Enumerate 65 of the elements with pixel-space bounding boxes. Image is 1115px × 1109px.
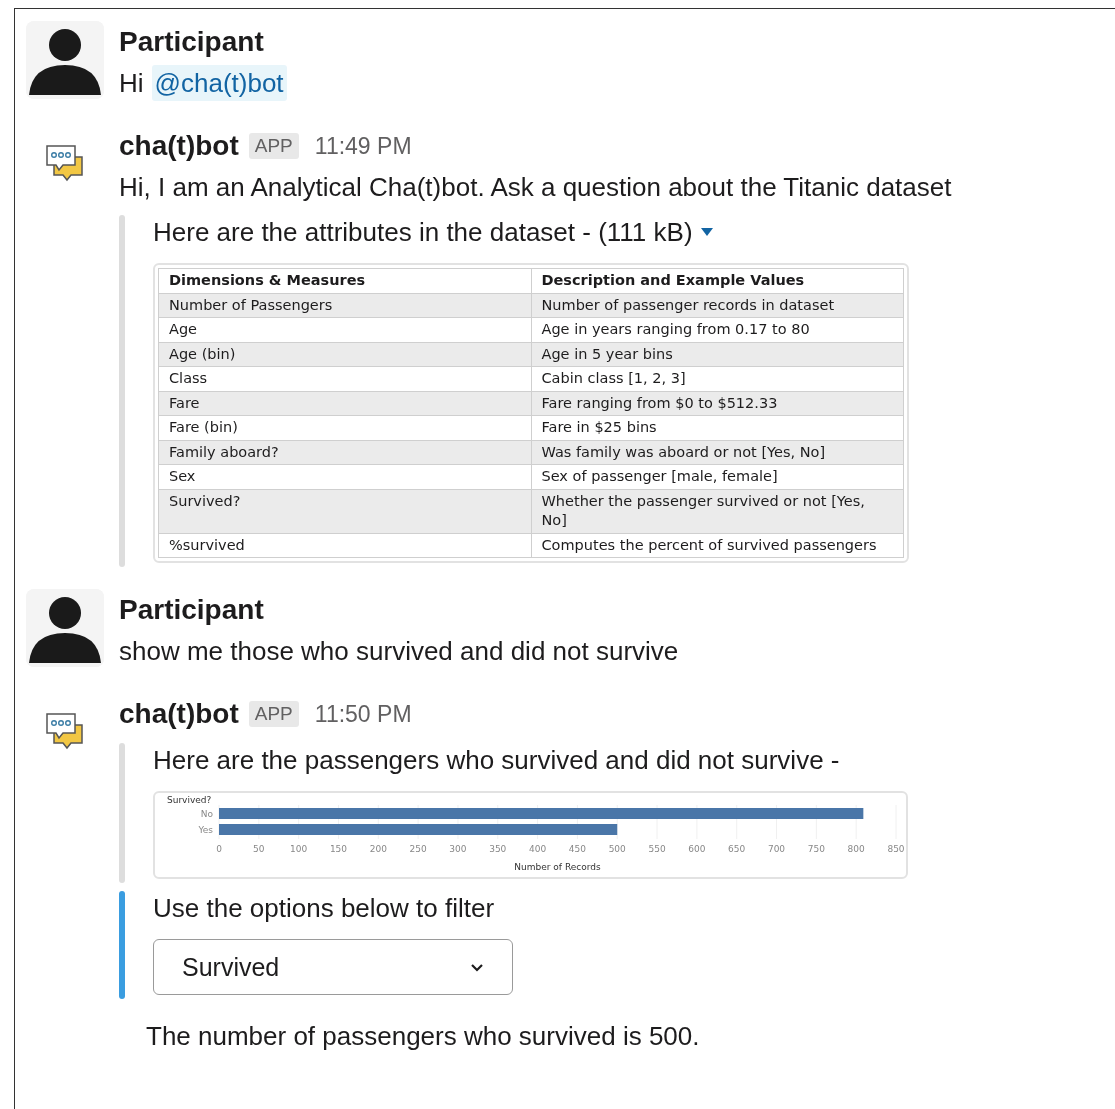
- table-cell: Age in years ranging from 0.17 to 80: [531, 317, 904, 342]
- table-cell: Age: [158, 317, 531, 342]
- table-cell: Fare ranging from $0 to $512.33: [531, 391, 904, 416]
- mention-link[interactable]: @cha(t)bot: [151, 65, 287, 101]
- axis-title: Number of Records: [514, 862, 601, 872]
- attachment-title: Use the options below to filter: [153, 892, 495, 925]
- app-badge: APP: [248, 701, 299, 727]
- tick-label: 500: [608, 844, 626, 854]
- tick-label: 300: [449, 844, 467, 854]
- tick-label: 750: [807, 844, 825, 854]
- message-text: show me those who survived and did not survive: [119, 635, 679, 668]
- tick-label: 800: [847, 844, 865, 854]
- message-text: Hi, I am an Analytical Cha(t)bot. Ask a question about the Titanic dataset: [119, 171, 952, 204]
- column-header: Description and Example Values: [531, 268, 904, 293]
- speech-bubbles-icon[interactable]: [45, 143, 85, 183]
- table-cell: Number of Passengers: [158, 293, 531, 318]
- author-name[interactable]: cha(t)bot: [119, 698, 239, 730]
- tick-label: 450: [568, 844, 586, 854]
- table-cell: Fare (bin): [158, 415, 531, 440]
- tick-label: 550: [648, 844, 666, 854]
- tick-label: 350: [489, 844, 507, 854]
- author-name[interactable]: Participant: [119, 594, 264, 626]
- tick-label: 650: [728, 844, 746, 854]
- attachment-title: Here are the passengers who survived and did not survive -: [153, 744, 840, 777]
- table-cell: %survived: [158, 533, 531, 558]
- timestamp[interactable]: 11:50 PM: [314, 700, 412, 728]
- axis-title: Survived?: [167, 795, 212, 805]
- table-cell: Class: [158, 366, 531, 391]
- tick-label: 50: [253, 844, 265, 854]
- tick-label: 150: [329, 844, 348, 854]
- table-cell: Computes the percent of survived passengers: [531, 533, 904, 558]
- message-text: The number of passengers who survived is 500.: [146, 1021, 701, 1052]
- tick-label: 700: [767, 844, 786, 854]
- table-cell: Was family was aboard or not [Yes, No]: [531, 440, 904, 465]
- chevron-down-icon: [470, 962, 484, 972]
- table-cell: Sex: [158, 464, 531, 489]
- table-cell: Cabin class [1, 2, 3]: [531, 366, 904, 391]
- author-name[interactable]: cha(t)bot: [119, 130, 239, 162]
- category-label: No: [200, 809, 213, 819]
- table-cell: Age in 5 year bins: [531, 342, 904, 367]
- attachment-title: Here are the attributes in the dataset - (111 kB): [153, 216, 693, 249]
- tick-label: 200: [369, 844, 387, 854]
- author-name[interactable]: Participant: [119, 26, 264, 58]
- table-cell: Whether the passenger survived or not [Yes, No]: [531, 489, 904, 533]
- table-cell: Age (bin): [158, 342, 531, 367]
- filter-dropdown[interactable]: Survived: [153, 939, 513, 995]
- caret-down-icon[interactable]: [700, 228, 713, 236]
- tick-label: 850: [887, 844, 905, 854]
- tick-label: 0: [216, 844, 222, 854]
- tick-label: 600: [688, 844, 706, 854]
- table-cell: Fare in $25 bins: [531, 415, 904, 440]
- tick-label: 100: [290, 844, 308, 854]
- tick-label: 250: [409, 844, 427, 854]
- table-cell: Fare: [158, 391, 531, 416]
- message-text: Hi: [119, 67, 144, 100]
- speech-bubbles-icon[interactable]: [45, 711, 85, 751]
- table-cell: Number of passenger records in dataset: [531, 293, 904, 318]
- tick-label: 400: [529, 844, 547, 854]
- timestamp[interactable]: 11:49 PM: [314, 132, 412, 160]
- table-cell: Sex of passenger [male, female]: [531, 464, 904, 489]
- column-header: Dimensions & Measures: [158, 268, 531, 293]
- category-label: Yes: [198, 825, 213, 835]
- app-badge: APP: [248, 133, 299, 159]
- table-cell: Survived?: [158, 489, 531, 533]
- table-cell: Family aboard?: [158, 440, 531, 465]
